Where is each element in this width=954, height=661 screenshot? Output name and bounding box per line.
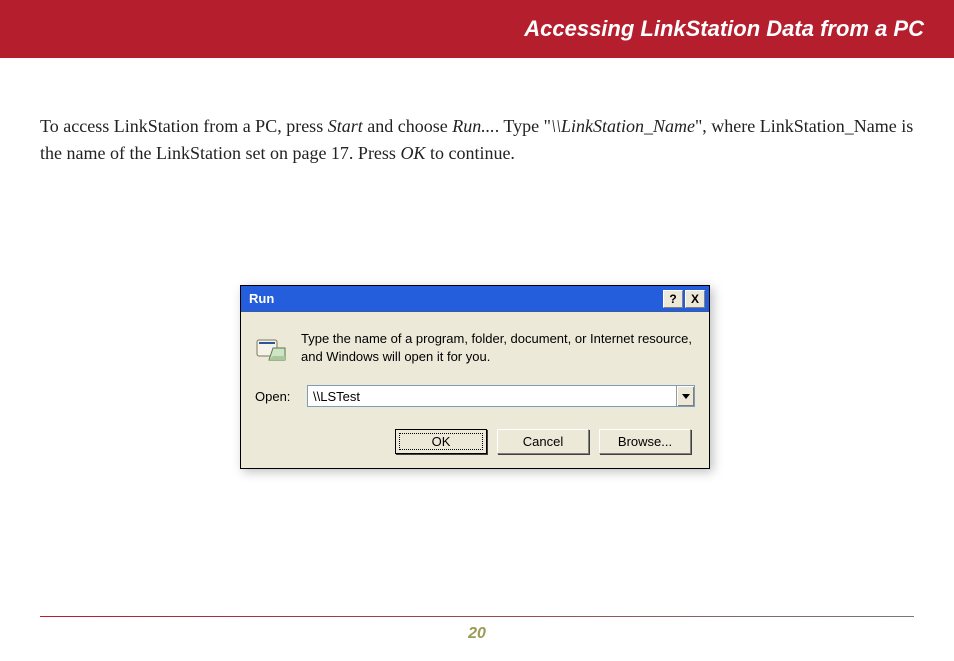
open-input[interactable]: \\LSTest <box>308 387 676 406</box>
close-icon: X <box>691 292 699 306</box>
close-button[interactable]: X <box>685 290 705 308</box>
help-icon: ? <box>669 292 676 306</box>
open-row: Open: \\LSTest <box>255 385 695 407</box>
dialog-body: Type the name of a program, folder, docu… <box>241 312 709 468</box>
run-dialog-wrapper: Run ? X Type <box>240 285 710 469</box>
ok-button-label: OK <box>432 434 451 449</box>
body-text-1: To access LinkStation from a PC, press <box>40 116 328 136</box>
dialog-instruction: Type the name of a program, folder, docu… <box>301 330 695 365</box>
browse-button[interactable]: Browse... <box>599 429 691 454</box>
browse-button-label: Browse... <box>618 434 672 449</box>
instruction-paragraph: To access LinkStation from a PC, press S… <box>0 58 954 167</box>
footer-rule <box>40 616 914 617</box>
open-label: Open: <box>255 389 297 404</box>
page-header: Accessing LinkStation Data from a PC <box>0 0 954 58</box>
page-title: Accessing LinkStation Data from a PC <box>524 16 924 42</box>
page-footer: 20 <box>0 616 954 643</box>
help-button[interactable]: ? <box>663 290 683 308</box>
run-dialog: Run ? X Type <box>240 285 710 469</box>
titlebar[interactable]: Run ? X <box>241 286 709 312</box>
body-text-3: . Type " <box>495 116 551 136</box>
body-em-ok: OK <box>400 143 425 163</box>
cancel-button[interactable]: Cancel <box>497 429 589 454</box>
body-em-start: Start <box>328 116 363 136</box>
titlebar-title: Run <box>249 291 274 306</box>
ok-button[interactable]: OK <box>395 429 487 454</box>
dropdown-arrow-button[interactable] <box>676 386 694 406</box>
page-number: 20 <box>0 625 954 643</box>
open-combobox[interactable]: \\LSTest <box>307 385 695 407</box>
body-em-run: Run... <box>452 116 495 136</box>
body-em-path: \\LinkStation_Name <box>551 116 695 136</box>
body-text-2: and choose <box>363 116 452 136</box>
instruction-row: Type the name of a program, folder, docu… <box>255 330 695 365</box>
chevron-down-icon <box>682 394 690 399</box>
titlebar-buttons: ? X <box>663 290 705 308</box>
button-row: OK Cancel Browse... <box>255 429 695 454</box>
cancel-button-label: Cancel <box>523 434 563 449</box>
body-text-5: to continue. <box>425 143 514 163</box>
run-icon <box>255 332 287 364</box>
